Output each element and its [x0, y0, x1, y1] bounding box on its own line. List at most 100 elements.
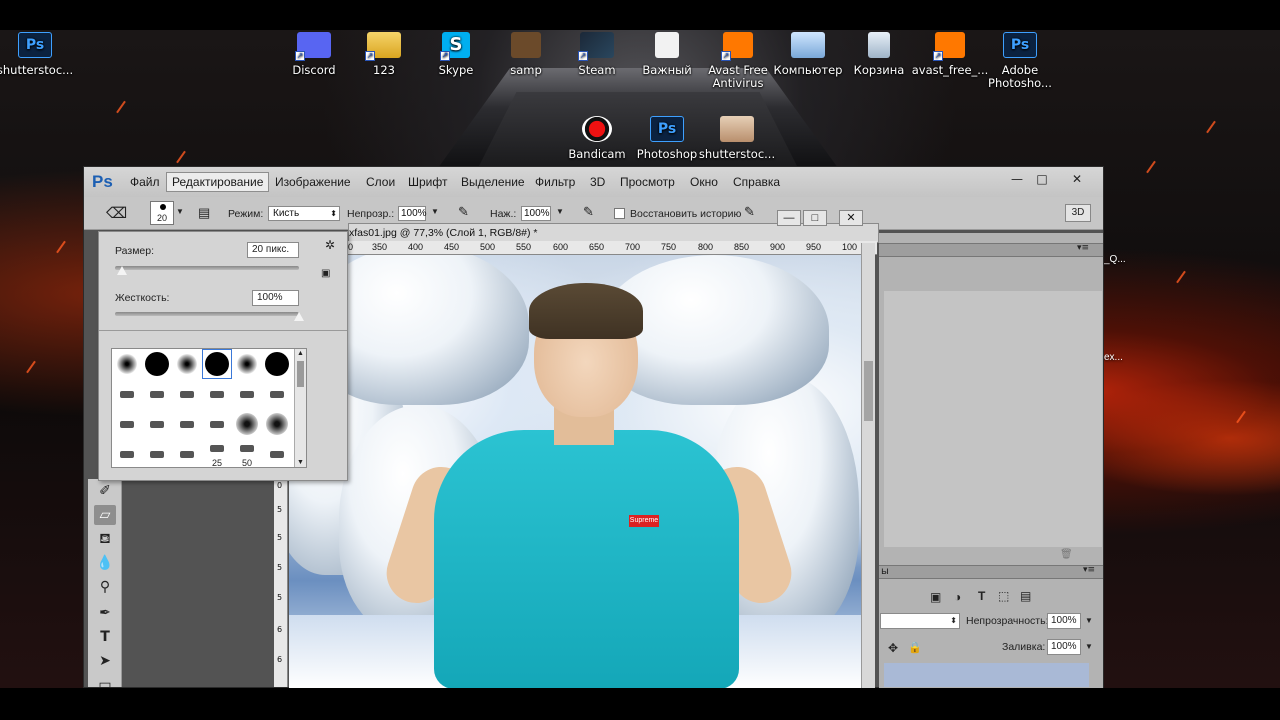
image-filter-icon[interactable]: ▣ — [930, 590, 941, 604]
brush-preset[interactable] — [142, 409, 172, 439]
brush-preset[interactable] — [112, 379, 142, 409]
type-filter-icon[interactable]: T — [978, 589, 985, 603]
blur-tool-icon[interactable]: 💧 — [94, 553, 116, 573]
hardness-slider-thumb[interactable] — [294, 312, 304, 321]
panel-header[interactable]: ▾≡ — [879, 243, 1103, 257]
panel-menu-icon[interactable]: ▾≡ — [1083, 565, 1095, 575]
close-button[interactable]: ✕ — [1064, 170, 1090, 188]
menu-file[interactable]: Файл — [130, 175, 160, 189]
brush-preset[interactable] — [142, 439, 172, 469]
brush-preset[interactable] — [262, 409, 292, 439]
fill-input[interactable]: 100% — [1047, 639, 1081, 655]
size-slider-track[interactable] — [115, 266, 299, 270]
brush-preset[interactable] — [262, 439, 292, 469]
scrollbar-thumb[interactable] — [864, 361, 873, 421]
dodge-tool-icon[interactable]: ⚲ — [94, 577, 116, 597]
flow-input[interactable]: 100% — [521, 206, 551, 221]
doc-maximize-button[interactable]: □ — [803, 210, 827, 226]
menu-type[interactable]: Шрифт — [408, 175, 447, 189]
brush-preset[interactable] — [202, 379, 232, 409]
menu-layers[interactable]: Слои — [366, 175, 395, 189]
brush-dropdown-arrow-icon[interactable]: ▼ — [176, 207, 184, 216]
brush-preset[interactable] — [172, 349, 202, 379]
scrollbar-thumb[interactable] — [297, 361, 304, 387]
adjustment-filter-icon[interactable]: ◑ — [954, 590, 961, 604]
desktop-icon-shutterstock[interactable]: Ps shutterstoc... — [0, 32, 80, 77]
history-brush-tool-icon[interactable]: ✐ — [94, 481, 116, 501]
brush-preset[interactable] — [232, 349, 262, 379]
brush-preview[interactable]: 20 — [150, 201, 174, 225]
document-scrollbar[interactable] — [861, 243, 875, 689]
brush-preset[interactable] — [172, 379, 202, 409]
brush-preset[interactable] — [112, 439, 142, 469]
eraser-tool-icon[interactable]: ⌫ — [106, 204, 127, 222]
maximize-button[interactable]: □ — [1029, 170, 1055, 188]
brush-preset[interactable] — [172, 409, 202, 439]
lock-all-icon[interactable]: 🔒 — [908, 641, 922, 654]
menu-view[interactable]: Просмотр — [620, 175, 675, 189]
brush-preset[interactable] — [172, 439, 202, 469]
minimize-button[interactable]: — — [1004, 170, 1030, 188]
menu-help[interactable]: Справка — [733, 175, 780, 189]
size-input[interactable]: 20 пикс. — [247, 242, 299, 258]
brush-preset[interactable] — [262, 379, 292, 409]
brush-preset-selected[interactable] — [202, 349, 232, 379]
3d-mode-button[interactable]: 3D — [1065, 204, 1091, 222]
desktop-icon-shutterstock-photo[interactable]: shutterstoc... — [692, 116, 782, 161]
brush-preset[interactable]: 25 — [202, 439, 232, 469]
opacity-input[interactable]: 100% — [398, 206, 427, 221]
restore-history-checkbox[interactable] — [614, 208, 625, 219]
panel-menu-icon[interactable]: ▾≡ — [1077, 243, 1089, 253]
document-titlebar[interactable]: xfas01.jpg @ 77,3% (Слой 1, RGB/8#) * — … — [348, 210, 879, 243]
new-preset-icon[interactable]: ▣ — [321, 268, 330, 279]
hardness-input[interactable]: 100% — [252, 290, 299, 306]
preset-scrollbar[interactable]: ▲ ▼ — [294, 349, 306, 467]
layer-opacity-input[interactable]: 100% — [1047, 613, 1081, 629]
menu-3d[interactable]: 3D — [590, 175, 605, 189]
blend-mode-select[interactable]: ⬍ — [880, 613, 960, 629]
menu-select[interactable]: Выделение — [461, 175, 525, 189]
hardness-slider-track[interactable] — [115, 312, 299, 316]
menu-edit[interactable]: Редактирование — [166, 172, 270, 192]
path-selection-tool-icon[interactable]: ➤ — [94, 651, 116, 671]
smart-object-filter-icon[interactable]: ▤ — [1020, 589, 1031, 603]
fill-dropdown-icon[interactable]: ▼ — [1085, 642, 1093, 651]
opacity-pressure-icon[interactable]: ✎ — [458, 204, 469, 220]
document-canvas[interactable]: Supreme — [289, 255, 861, 689]
layer-row-selected[interactable] — [884, 663, 1089, 687]
brush-preset[interactable] — [202, 409, 232, 439]
airbrush-icon[interactable]: ✎ — [583, 204, 594, 220]
scroll-up-icon[interactable]: ▲ — [297, 350, 304, 357]
menu-image[interactable]: Изображение — [275, 175, 351, 189]
pen-tool-icon[interactable]: ✒ — [94, 603, 116, 623]
brush-preset[interactable] — [142, 379, 172, 409]
tablet-pressure-size-icon[interactable]: ✎ — [744, 204, 755, 220]
brush-preset[interactable] — [232, 409, 262, 439]
layers-panel-header[interactable]: ы ▾≡ — [879, 565, 1103, 579]
gear-icon[interactable]: ✲ — [325, 238, 335, 252]
lock-position-icon[interactable]: ✥ — [888, 641, 898, 655]
trash-icon[interactable]: 🗑 — [1060, 549, 1073, 560]
type-tool-icon[interactable]: T — [94, 627, 116, 647]
mode-select[interactable]: Кисть ⬍ — [268, 206, 340, 221]
desktop-icon-adobe-photoshop[interactable]: Ps Adobe Photosho... — [975, 32, 1065, 90]
brush-preset[interactable] — [232, 379, 262, 409]
shape-filter-icon[interactable]: ⬚ — [998, 589, 1009, 603]
doc-minimize-button[interactable]: — — [777, 210, 801, 226]
menu-filter[interactable]: Фильтр — [535, 175, 575, 189]
brush-panel-toggle-icon[interactable]: ▤ — [198, 205, 210, 221]
eraser-tool-icon[interactable]: ▱ — [94, 505, 116, 525]
brush-preset[interactable] — [112, 409, 142, 439]
brush-preset[interactable]: 50 — [232, 439, 262, 469]
brush-preset[interactable] — [142, 349, 172, 379]
opacity-dropdown-arrow-icon[interactable]: ▼ — [431, 207, 439, 216]
brush-preset[interactable] — [262, 349, 292, 379]
menu-window[interactable]: Окно — [690, 175, 718, 189]
paint-bucket-tool-icon[interactable]: ⛾ — [94, 529, 116, 549]
size-slider-thumb[interactable] — [117, 266, 128, 275]
scroll-down-icon[interactable]: ▼ — [297, 459, 304, 466]
layer-opacity-dropdown-icon[interactable]: ▼ — [1085, 616, 1093, 625]
doc-close-button[interactable]: ✕ — [839, 210, 863, 226]
flow-dropdown-arrow-icon[interactable]: ▼ — [556, 207, 564, 216]
brush-preset[interactable] — [112, 349, 142, 379]
